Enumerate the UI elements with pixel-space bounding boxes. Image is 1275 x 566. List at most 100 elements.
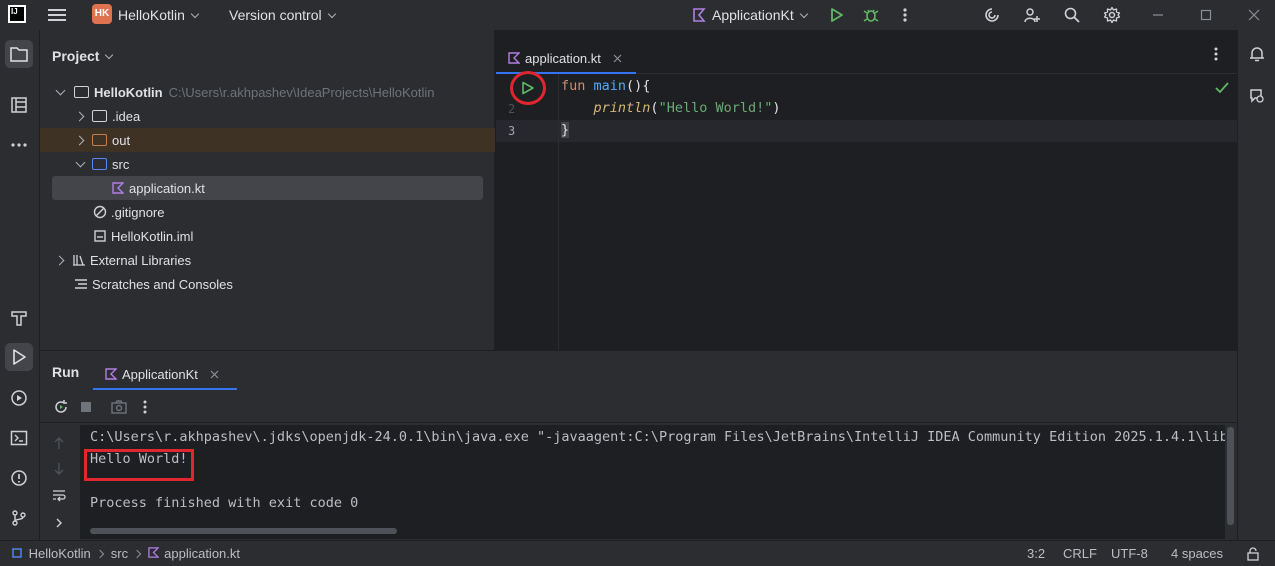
main-menu-icon[interactable]	[48, 6, 66, 24]
vcs-menu[interactable]: Version control	[229, 7, 336, 23]
minimize-icon[interactable]	[1148, 5, 1168, 25]
folder-icon	[92, 110, 107, 122]
collapse-arrow-icon	[76, 111, 86, 121]
code-line-3[interactable]: }	[561, 122, 570, 138]
line-number: 3	[508, 124, 516, 138]
scroll-down-arrow-icon[interactable]	[49, 459, 69, 479]
console-side-toolbar	[40, 425, 80, 539]
collapse-arrow-icon	[76, 135, 86, 145]
scratches-icon	[75, 279, 87, 289]
project-tool-icon[interactable]	[5, 40, 33, 68]
console-output[interactable]: C:\Users\r.akhpashev\.jdks\openjdk-24.0.…	[80, 425, 1225, 539]
breadcrumb-separator-icon	[95, 549, 105, 559]
close-tab-icon[interactable]	[210, 370, 219, 379]
tree-item-scratches[interactable]: Scratches and Consoles	[40, 272, 495, 296]
tree-item-label: .idea	[112, 108, 141, 124]
run-tab-application-kt[interactable]: ApplicationKt	[93, 359, 237, 389]
tree-item-application-kt[interactable]: application.kt	[52, 176, 483, 200]
intellij-logo-icon: IJ	[8, 5, 26, 23]
function-name-token: main	[593, 78, 627, 94]
tree-root-label: HelloKotlin	[94, 84, 163, 100]
run-icon[interactable]	[827, 5, 847, 25]
tree-item-label: application.kt	[129, 180, 205, 196]
kotlin-file-icon	[508, 52, 520, 64]
tree-item-src[interactable]: src	[40, 152, 495, 176]
output-highlight-box	[84, 449, 194, 481]
close-window-icon[interactable]	[1244, 5, 1264, 25]
title-bar: IJ HK HelloKotlin Version control Applic…	[0, 0, 1275, 30]
search-icon[interactable]	[1062, 5, 1082, 25]
tree-item-idea[interactable]: .idea	[40, 104, 495, 128]
editor-tab-application-kt[interactable]: application.kt	[496, 42, 636, 74]
expand-arrow-icon	[76, 159, 86, 169]
run-config-selector[interactable]: ApplicationKt	[712, 7, 808, 23]
current-line-highlight	[496, 120, 1237, 142]
tree-item-iml[interactable]: HelloKotlin.iml	[40, 224, 495, 248]
breadcrumb-item[interactable]: application.kt	[164, 546, 240, 561]
file-encoding[interactable]: UTF-8	[1111, 546, 1148, 561]
tree-item-external-libraries[interactable]: External Libraries	[40, 248, 495, 272]
tree-item-label: External Libraries	[90, 252, 192, 268]
indent-setting[interactable]: 4 spaces	[1171, 546, 1223, 561]
screenshot-camera-icon[interactable]	[109, 397, 129, 417]
console-vertical-scrollbar[interactable]	[1227, 427, 1234, 525]
expand-arrow-icon	[56, 87, 66, 97]
tree-item-out[interactable]: out	[40, 128, 495, 152]
lock-icon[interactable]	[1243, 544, 1263, 564]
expand-chevron-icon[interactable]	[49, 513, 69, 533]
line-separator[interactable]: CRLF	[1063, 546, 1097, 561]
ai-assistant-icon[interactable]	[982, 5, 1002, 25]
run-tool-icon[interactable]	[5, 343, 33, 371]
terminal-tool-icon[interactable]	[5, 424, 33, 452]
editor-options-icon[interactable]	[1206, 44, 1226, 64]
module-folder-icon	[74, 86, 89, 98]
run-button-highlight	[510, 71, 546, 105]
git-tool-icon[interactable]	[5, 504, 33, 532]
no-problems-check-icon[interactable]	[1212, 78, 1232, 98]
problems-tool-icon[interactable]	[5, 464, 33, 492]
close-tab-icon[interactable]	[613, 54, 622, 63]
breadcrumb-item[interactable]: HelloKotlin	[29, 546, 91, 561]
excluded-folder-icon	[92, 134, 107, 146]
chevron-down-icon	[327, 9, 336, 19]
breadcrumb: HelloKotlin src application.kt	[12, 546, 240, 561]
breadcrumb-separator-icon	[132, 549, 142, 559]
structure-tool-icon[interactable]	[5, 91, 33, 119]
code-line-1[interactable]: fun main(){	[561, 78, 650, 94]
build-hammer-icon[interactable]	[5, 304, 33, 332]
debug-icon[interactable]	[861, 5, 881, 25]
more-actions-icon[interactable]	[895, 5, 915, 25]
stop-icon[interactable]	[76, 397, 96, 417]
console-line-command: C:\Users\r.akhpashev\.jdks\openjdk-24.0.…	[90, 429, 1225, 445]
project-switcher[interactable]: HelloKotlin	[118, 7, 200, 23]
ai-chat-icon[interactable]	[1243, 82, 1271, 110]
more-options-icon[interactable]	[135, 397, 155, 417]
code-token: (){	[626, 78, 651, 94]
keyword-token: fun	[561, 78, 586, 94]
add-user-icon[interactable]	[1022, 5, 1042, 25]
console-horizontal-scrollbar[interactable]	[90, 528, 397, 534]
code-line-2[interactable]: println("Hello World!")	[561, 100, 781, 116]
maximize-icon[interactable]	[1196, 5, 1216, 25]
project-panel-title: Project	[52, 48, 100, 64]
tree-root[interactable]: HelloKotlin C:\Users\r.akhpashev\IdeaPro…	[40, 80, 495, 104]
settings-gear-icon[interactable]	[1102, 5, 1122, 25]
tree-item-label: src	[112, 156, 130, 172]
tree-item-gitignore[interactable]: .gitignore	[40, 200, 495, 224]
notifications-icon[interactable]	[1243, 40, 1271, 68]
run-panel-title: Run	[52, 364, 80, 380]
chevron-down-icon	[799, 9, 808, 19]
breadcrumb-item[interactable]: src	[111, 546, 128, 561]
module-icon	[12, 548, 22, 558]
rerun-icon[interactable]	[51, 397, 71, 417]
services-tool-icon[interactable]	[5, 384, 33, 412]
more-tools-icon[interactable]	[5, 131, 33, 159]
project-panel: Project HelloKotlin C:\Users\r.akhpashev…	[40, 30, 495, 350]
run-config-label: ApplicationKt	[712, 7, 794, 23]
tree-root-path: C:\Users\r.akhpashev\IdeaProjects\HelloK…	[168, 84, 435, 100]
soft-wrap-icon[interactable]	[49, 485, 69, 505]
caret-position[interactable]: 3:2	[1027, 546, 1045, 561]
project-panel-header[interactable]: Project	[52, 48, 114, 64]
scroll-up-arrow-icon[interactable]	[49, 433, 69, 453]
status-bar: HelloKotlin src application.kt 3:2 CRLF UT…	[0, 540, 1275, 566]
